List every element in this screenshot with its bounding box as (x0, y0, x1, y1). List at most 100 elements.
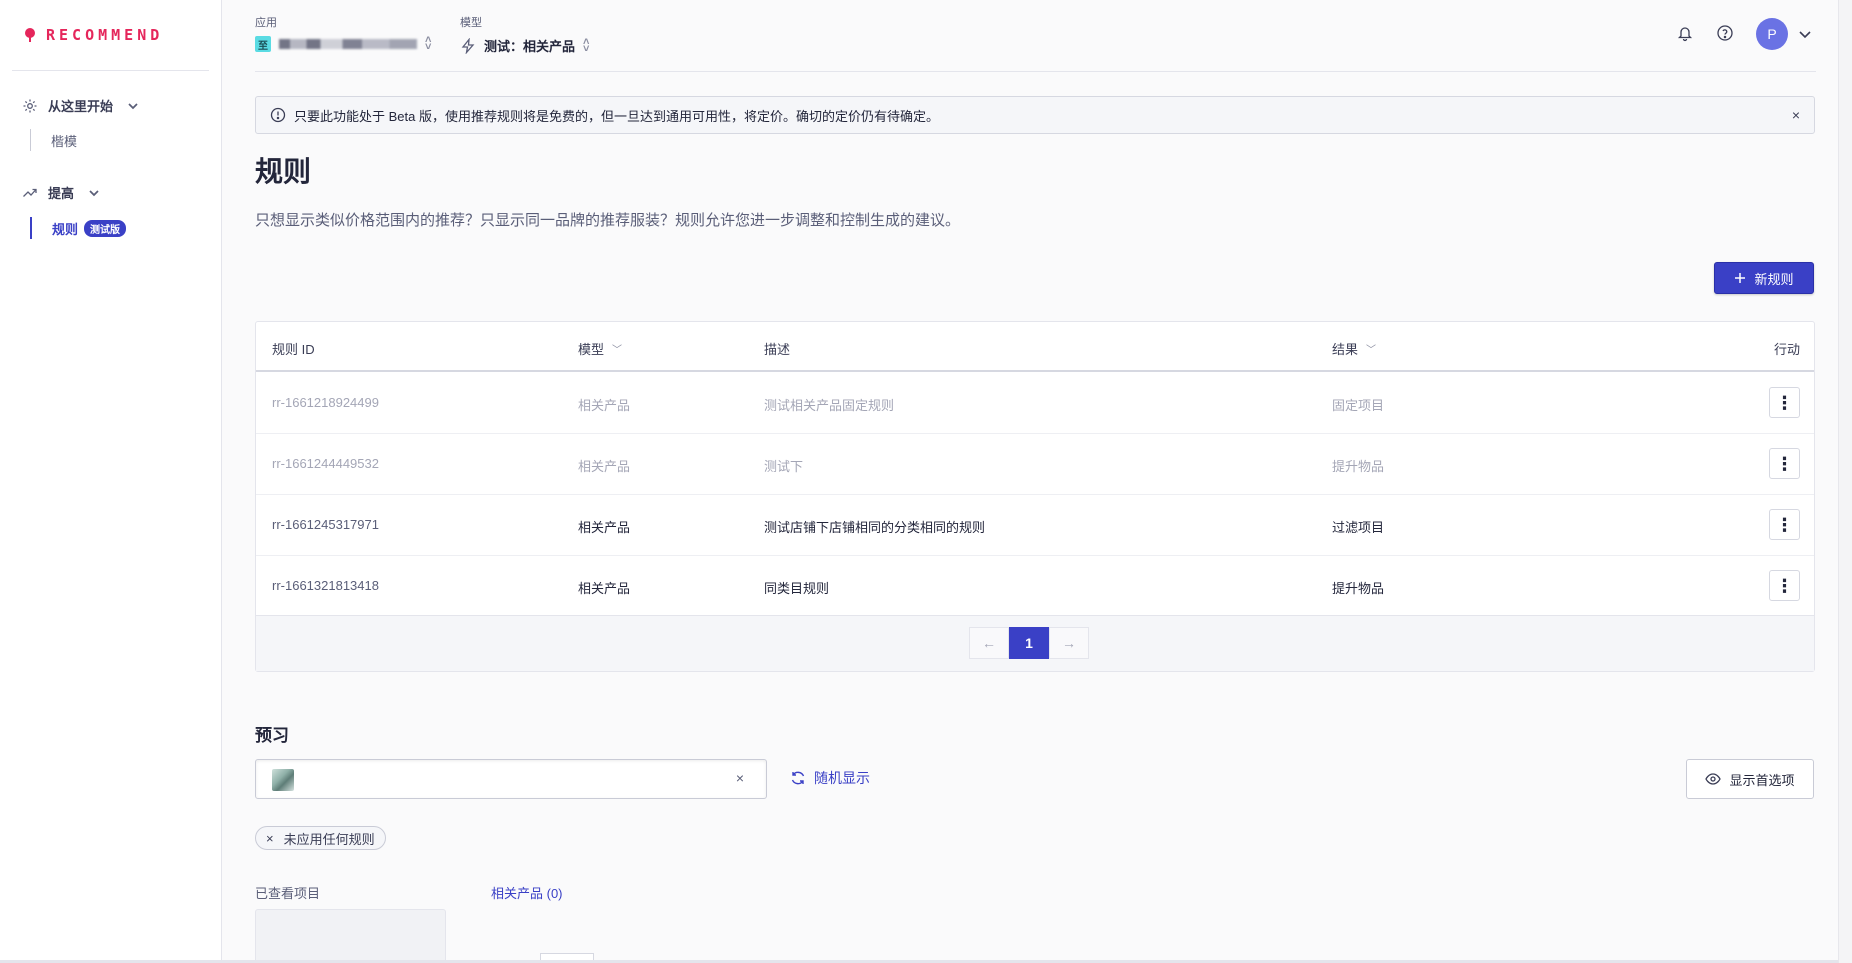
user-menu[interactable]: P (1756, 18, 1812, 50)
more-actions-button[interactable]: ⋮ (1769, 509, 1800, 540)
table-row[interactable]: rr-1661218924499 相关产品 测试相关产品固定规则 固定项目 ⋮ (256, 373, 1814, 434)
plus-icon (1735, 273, 1746, 283)
trending-up-icon (23, 188, 37, 197)
column-header-description: 描述 (764, 342, 791, 357)
viewed-items-label: 已查看项目 (255, 886, 321, 901)
sidebar-section-get-started[interactable]: 从这里开始 (22, 96, 141, 115)
chevron-down-icon: ﹀ (612, 345, 623, 356)
show-preferences-button[interactable]: 显示首选项 (1686, 759, 1814, 799)
table-row[interactable]: rr-1661245317971 相关产品 测试店铺下店铺相同的分类相同的规则 … (256, 495, 1814, 556)
related-products-label[interactable]: 相关产品 (0) (491, 883, 563, 902)
page-title: 规则 (255, 156, 312, 187)
prev-page-button[interactable]: ← (969, 627, 1009, 659)
banner-text: 只要此功能处于 Beta 版，使用推荐规则将是免费的，但一旦达到通用可用性，将定… (294, 108, 939, 124)
show-preferences-label: 显示首选项 (1729, 772, 1795, 788)
page-description: 只想显示类似价格范围内的推荐？只显示同一品牌的推荐服装？规则允许您进一步调整和控… (255, 212, 961, 229)
close-icon[interactable]: × (1792, 107, 1800, 123)
new-rule-label: 新规则 (1754, 271, 1794, 287)
table-row[interactable]: rr-1661244449532 相关产品 测试下 提升物品 ⋮ (256, 434, 1814, 495)
sidebar: RECOMMEND 从这里开始 楷模 提高 规则 测试版 (0, 0, 222, 963)
app-name-redacted (279, 39, 417, 49)
header-divider (255, 71, 1816, 72)
kebab-icon: ⋮ (1775, 453, 1794, 474)
avatar: P (1756, 18, 1788, 50)
gear-icon (23, 99, 37, 112)
eye-icon (1705, 773, 1722, 785)
sidebar-item-rules[interactable]: 规则 测试版 (30, 217, 127, 239)
app-chip: 至 (255, 36, 271, 52)
model-selector[interactable]: 模型 测试：相关产品 ˄ ˅ (460, 14, 589, 55)
sidebar-item-label: 规则 (52, 221, 79, 237)
more-actions-button[interactable]: ⋮ (1769, 448, 1800, 479)
lightning-icon (461, 37, 475, 54)
rule-result: 固定项目 (1332, 398, 1385, 413)
app-label: 应用 (255, 17, 277, 29)
rule-description: 测试下 (764, 459, 804, 474)
rule-description: 测试相关产品固定规则 (764, 398, 895, 413)
column-header-result[interactable]: 结果 ﹀ (1332, 339, 1376, 358)
rule-model: 相关产品 (578, 520, 631, 535)
rule-id: rr-1661218924499 (272, 395, 379, 410)
no-rules-applied-tag: × 未应用任何规则 (255, 826, 386, 850)
scrollbar[interactable] (1838, 0, 1852, 963)
sidebar-divider (12, 70, 209, 71)
sidebar-section-label: 提高 (48, 186, 75, 201)
rule-model: 相关产品 (578, 398, 631, 413)
more-actions-button[interactable]: ⋮ (1769, 570, 1800, 601)
brand-logo[interactable]: RECOMMEND (24, 26, 163, 44)
header-actions: P (1676, 18, 1812, 50)
column-header-model[interactable]: 模型 ﹀ (578, 339, 622, 358)
bell-icon[interactable] (1676, 24, 1694, 45)
table-header: 规则 ID 模型 ﹀ 描述 结果 ﹀ 行动 (256, 322, 1814, 372)
model-value: 测试：相关产品 (484, 39, 576, 54)
beta-notice-banner: 只要此功能处于 Beta 版，使用推荐规则将是免费的，但一旦达到通用可用性，将定… (255, 96, 1815, 134)
app-selector[interactable]: 应用 至 ˄ ˅ (255, 14, 432, 53)
help-icon[interactable] (1716, 24, 1734, 45)
pagination: ← 1 → (969, 627, 1089, 659)
refresh-icon (791, 771, 805, 785)
info-icon (270, 107, 286, 123)
tag-label: 未应用任何规则 (283, 831, 375, 847)
rules-table: 规则 ID 模型 ﹀ 描述 结果 ﹀ 行动 rr-1661218924499 相关产… (255, 321, 1815, 672)
clear-icon[interactable]: × (736, 770, 744, 786)
rule-description: 测试店铺下店铺相同的分类相同的规则 (764, 520, 986, 535)
rule-result: 过滤项目 (1332, 520, 1385, 535)
new-rule-button[interactable]: 新规则 (1714, 262, 1814, 294)
column-header-action: 行动 (1773, 342, 1800, 357)
rule-id: rr-1661321813418 (272, 578, 379, 593)
sidebar-section-label: 从这里开始 (48, 99, 114, 114)
random-display-button[interactable]: 随机显示 (790, 768, 870, 788)
preview-item-input[interactable]: × (255, 759, 767, 799)
more-actions-button[interactable]: ⋮ (1769, 387, 1800, 418)
next-page-button[interactable]: → (1049, 627, 1089, 659)
model-label: 模型 (460, 17, 482, 29)
top-header: 应用 至 ˄ ˅ 模型 测试：相关产品 ˄ ˅ P (222, 0, 1852, 72)
logo-pin-icon (24, 28, 36, 42)
chevron-down-icon: ﹀ (1366, 345, 1377, 356)
remove-tag-icon[interactable]: × (266, 831, 274, 846)
sidebar-item-models[interactable]: 楷模 (30, 129, 77, 151)
rule-id: rr-1661244449532 (272, 456, 379, 471)
sidebar-item-label: 楷模 (51, 133, 78, 149)
chevron-down-icon (1799, 31, 1811, 39)
preview-title: 预习 (255, 726, 289, 745)
page-button-current[interactable]: 1 (1009, 627, 1049, 659)
rule-model: 相关产品 (578, 459, 631, 474)
kebab-icon: ⋮ (1775, 392, 1794, 413)
updown-chevron-icon: ˄ ˅ (583, 35, 590, 55)
item-thumbnail (272, 769, 294, 791)
rule-id: rr-1661245317971 (272, 517, 379, 532)
updown-chevron-icon: ˄ ˅ (425, 34, 432, 53)
rule-result: 提升物品 (1332, 459, 1385, 474)
table-footer: ← 1 → (256, 615, 1814, 671)
rule-description: 同类目规则 (764, 581, 830, 596)
viewed-item-card[interactable] (255, 909, 446, 963)
sidebar-section-improve[interactable]: 提高 (22, 183, 102, 202)
random-display-label: 随机显示 (814, 770, 870, 786)
table-row[interactable]: rr-1661321813418 相关产品 同类目规则 提升物品 ⋮ (256, 556, 1814, 617)
rule-model: 相关产品 (578, 581, 631, 596)
rule-result: 提升物品 (1332, 581, 1385, 596)
kebab-icon: ⋮ (1775, 514, 1794, 535)
chevron-down-icon (128, 102, 138, 109)
chevron-down-icon (89, 189, 99, 196)
